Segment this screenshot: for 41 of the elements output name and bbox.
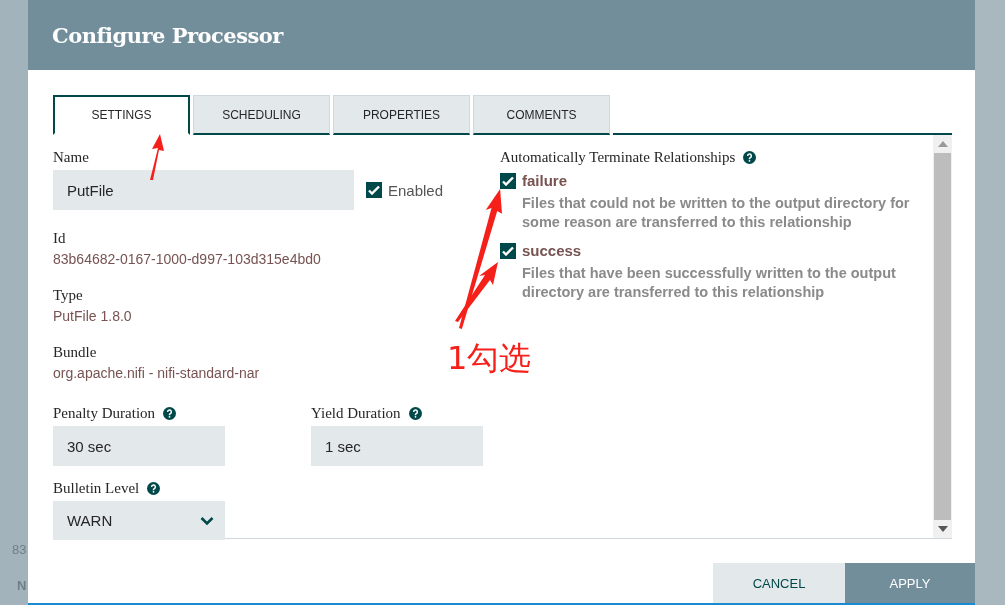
check-icon [368,185,380,195]
checkbox[interactable] [500,242,516,259]
scrollbar[interactable] [933,135,952,538]
annotation-arrow [149,133,165,181]
bulletin-level-select[interactable]: WARN [53,501,225,540]
help-icon[interactable] [743,151,757,164]
help-icon[interactable] [408,407,422,420]
chevron-icon [200,515,214,526]
field-label: Yield Duration [311,405,401,422]
duration-field[interactable]: 30 sec [53,426,225,466]
relationship-description: Files that could not be written to the output directory for some reason are transferred to this relationship [522,194,911,232]
help-icon[interactable] [163,407,177,420]
relationship-description: Files that have been successfully written to the output directory are transferred to this relationship [522,264,897,302]
scroll-down-icon[interactable] [937,526,948,532]
detail-value: 83b64682-0167-1000-d997-103d315e4bd0 [53,251,322,267]
dialog-title: Configure Processor [52,22,283,48]
detail-label: Id [53,230,66,247]
tab[interactable]: SETTINGS [53,95,190,135]
annotation-text: 1勾选 [447,338,532,379]
tab[interactable]: SCHEDULING [193,95,330,135]
help-icon[interactable] [147,482,161,495]
detail-label: Type [53,287,83,304]
field-label: Name [53,149,90,166]
detail-label: Bundle [53,344,97,361]
tab[interactable]: PROPERTIES [333,95,470,135]
section-title: Automatically Terminate Relationships [500,149,736,166]
checkbox-label: Enabled [388,181,444,199]
tab[interactable]: COMMENTS [473,95,610,135]
detail-value: PutFile 1.8.0 [53,308,133,324]
checkbox[interactable] [366,182,382,198]
checkbox[interactable] [500,172,516,189]
check-icon [502,245,514,256]
relationship-name: success [522,242,582,259]
name-field[interactable]: PutFile [53,170,354,210]
check-icon [502,175,514,186]
relationship-name: failure [522,172,567,189]
duration-field[interactable]: 1 sec [311,426,483,466]
detail-value: org.apache.nifi - nifi-standard-nar [53,365,261,381]
field-label: Penalty Duration [53,405,156,422]
dialog-button[interactable]: CANCEL [713,563,845,603]
field-label: Bulletin Level [53,480,140,497]
